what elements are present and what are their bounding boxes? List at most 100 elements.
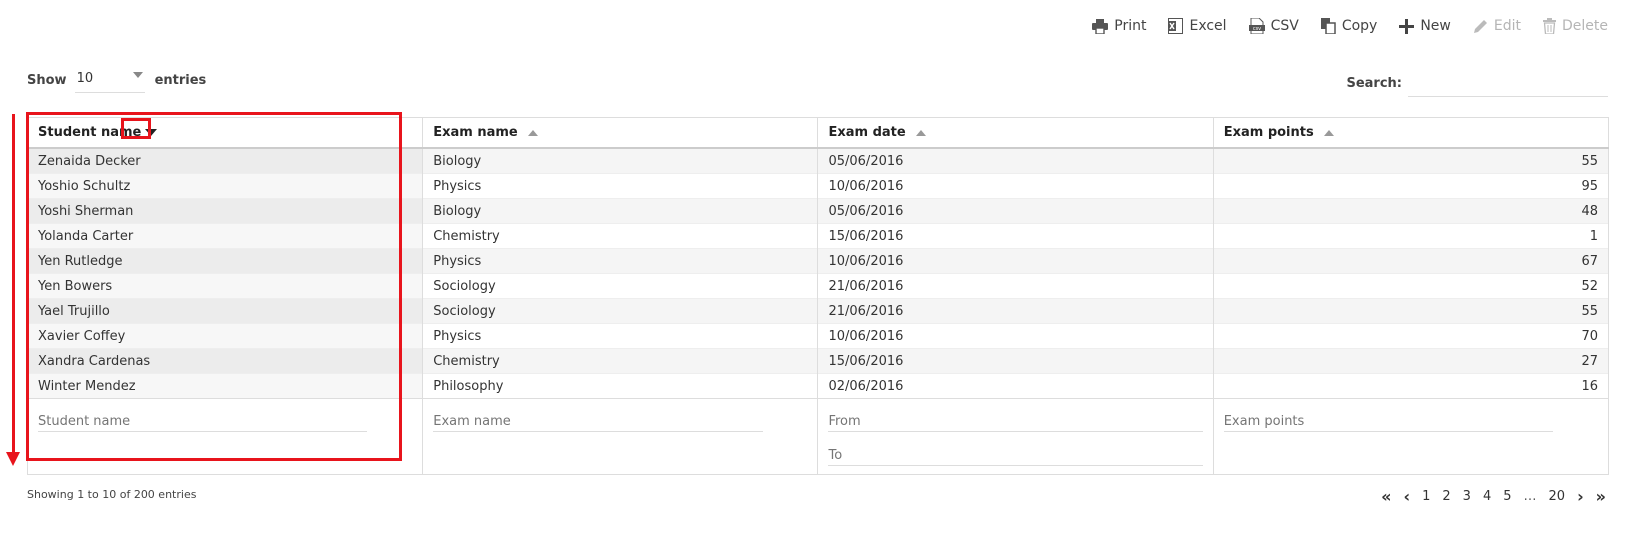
search-input[interactable] <box>1408 70 1608 97</box>
filter-row <box>26 398 1610 475</box>
pencil-icon <box>1473 19 1488 34</box>
new-label: New <box>1420 18 1451 34</box>
copy-label: Copy <box>1341 18 1378 34</box>
cell-exam-points: 55 <box>1212 147 1610 174</box>
cell-exam-points: 1 <box>1212 223 1610 249</box>
cell-exam-points: 70 <box>1212 323 1610 349</box>
cell-exam-name: Physics <box>422 173 819 199</box>
cell-exam-date: 10/06/2016 <box>817 323 1214 349</box>
table-row[interactable]: Yen Rutledge Physics 10/06/2016 67 <box>26 248 1610 274</box>
cell-exam-date: 02/06/2016 <box>817 373 1214 399</box>
exam-date-from-input[interactable] <box>828 411 1203 432</box>
cell-exam-points: 52 <box>1212 273 1610 299</box>
cell-exam-date: 21/06/2016 <box>817 298 1214 324</box>
table-row[interactable]: Zenaida Decker Biology 05/06/2016 55 <box>26 147 1610 174</box>
cell-exam-points: 48 <box>1212 198 1610 224</box>
table-row[interactable]: Xavier Coffey Physics 10/06/2016 70 <box>26 323 1610 349</box>
exam-name-filter-input[interactable] <box>433 411 763 432</box>
student-name-filter-input[interactable] <box>38 411 368 432</box>
page-button[interactable]: 3 <box>1463 489 1471 504</box>
column-header-student-name[interactable]: Student name <box>26 117 424 149</box>
cell-exam-date: 10/06/2016 <box>817 173 1214 199</box>
print-button[interactable]: Print <box>1092 18 1146 34</box>
table-row[interactable]: Yoshio Schultz Physics 10/06/2016 95 <box>26 173 1610 199</box>
delete-button[interactable]: Delete <box>1543 18 1608 34</box>
cell-exam-name: Sociology <box>422 298 819 324</box>
filter-cell-exam-name <box>422 398 819 475</box>
copy-button[interactable]: Copy <box>1320 18 1378 34</box>
next-page-icon[interactable]: › <box>1577 487 1584 506</box>
column-header-label: Exam name <box>433 125 518 140</box>
arrow-down-icon <box>6 452 20 466</box>
page-button-last[interactable]: 20 <box>1549 489 1566 504</box>
table-row[interactable]: Yen Bowers Sociology 21/06/2016 52 <box>26 273 1610 299</box>
delete-label: Delete <box>1562 18 1608 34</box>
sort-descending-icon[interactable] <box>145 129 158 136</box>
descending-arrow-line <box>12 114 15 456</box>
entries-label: entries <box>154 73 207 88</box>
cell-exam-name: Biology <box>422 198 819 224</box>
cell-exam-name: Physics <box>422 323 819 349</box>
table-row[interactable]: Winter Mendez Philosophy 02/06/2016 16 <box>26 373 1610 399</box>
exam-date-to-input[interactable] <box>828 445 1203 466</box>
exam-points-filter-input[interactable] <box>1223 411 1554 432</box>
entries-select-value: 10 <box>76 71 94 86</box>
sort-ascending-icon <box>915 129 926 136</box>
cell-exam-points: 55 <box>1212 298 1610 324</box>
svg-text:csv: csv <box>1252 26 1260 32</box>
page-button[interactable]: 4 <box>1483 489 1491 504</box>
filter-cell-student-name <box>26 398 424 475</box>
filter-cell-exam-points <box>1212 398 1610 475</box>
excel-label: Excel <box>1189 18 1227 34</box>
column-header-label: Exam points <box>1223 125 1314 140</box>
cell-exam-name: Sociology <box>422 273 819 299</box>
edit-label: Edit <box>1493 18 1521 34</box>
column-header-label: Student name <box>38 125 142 140</box>
excel-button[interactable]: Excel <box>1168 18 1227 34</box>
cell-exam-date: 05/06/2016 <box>817 147 1214 174</box>
cell-exam-date: 10/06/2016 <box>817 248 1214 274</box>
cell-exam-name: Chemistry <box>422 348 819 374</box>
cell-student-name: Winter Mendez <box>26 373 424 399</box>
cell-student-name: Yolanda Carter <box>26 223 424 249</box>
sort-ascending-icon <box>527 129 538 136</box>
table-row[interactable]: Yolanda Carter Chemistry 15/06/2016 1 <box>26 223 1610 249</box>
table-row[interactable]: Xandra Cardenas Chemistry 15/06/2016 27 <box>26 348 1610 374</box>
table-row[interactable]: Yael Trujillo Sociology 21/06/2016 55 <box>26 298 1610 324</box>
table-row[interactable]: Yoshi Sherman Biology 05/06/2016 48 <box>26 198 1610 224</box>
cell-exam-name: Chemistry <box>422 223 819 249</box>
exams-table: Student name Exam name Exam date Exam po… <box>26 117 1610 475</box>
column-header-exam-name[interactable]: Exam name <box>422 117 819 149</box>
cell-student-name: Xandra Cardenas <box>26 348 424 374</box>
new-button[interactable]: New <box>1399 18 1451 34</box>
edit-button[interactable]: Edit <box>1473 18 1521 34</box>
excel-icon <box>1168 18 1184 34</box>
cell-exam-date: 15/06/2016 <box>817 348 1214 374</box>
show-label: Show <box>27 73 67 88</box>
last-page-icon[interactable]: » <box>1596 487 1606 506</box>
column-header-exam-date[interactable]: Exam date <box>817 117 1214 149</box>
csv-label: CSV <box>1270 18 1299 34</box>
cell-exam-points: 16 <box>1212 373 1610 399</box>
cell-student-name: Yael Trujillo <box>26 298 424 324</box>
cell-student-name: Zenaida Decker <box>26 147 424 174</box>
previous-page-icon[interactable]: ‹ <box>1404 487 1411 506</box>
table-info: Showing 1 to 10 of 200 entries <box>27 488 197 501</box>
cell-exam-points: 95 <box>1212 173 1610 199</box>
cell-exam-points: 27 <box>1212 348 1610 374</box>
entries-select[interactable]: 10 <box>74 68 145 93</box>
cell-exam-date: 05/06/2016 <box>817 198 1214 224</box>
csv-file-icon: csv <box>1248 18 1265 34</box>
csv-button[interactable]: csv CSV <box>1248 18 1299 34</box>
column-header-exam-points[interactable]: Exam points <box>1212 117 1610 149</box>
cell-student-name: Yoshio Schultz <box>26 173 424 199</box>
cell-exam-date: 21/06/2016 <box>817 273 1214 299</box>
search-box: Search: <box>1346 70 1608 97</box>
page-button[interactable]: 1 <box>1422 489 1430 504</box>
page-button[interactable]: 2 <box>1442 489 1450 504</box>
page-button[interactable]: 5 <box>1503 489 1511 504</box>
cell-exam-name: Biology <box>422 147 819 174</box>
cell-student-name: Yen Bowers <box>26 273 424 299</box>
column-header-label: Exam date <box>828 125 906 140</box>
first-page-icon[interactable]: « <box>1381 487 1391 506</box>
